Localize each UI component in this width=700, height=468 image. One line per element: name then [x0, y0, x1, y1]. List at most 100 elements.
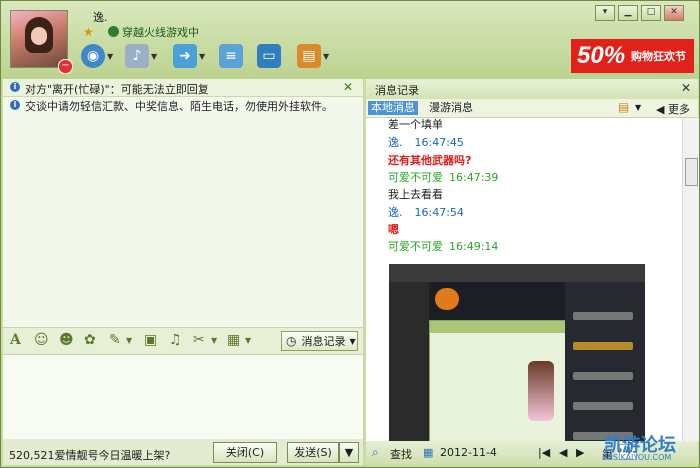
contact-status: 穿越火线游戏中 — [122, 26, 199, 39]
message-input[interactable] — [3, 355, 363, 439]
more-button[interactable]: ◀ 更多 — [656, 101, 690, 117]
message-header: 可爱不可爱 16:47:39 — [388, 169, 498, 185]
chevron-down-icon[interactable]: ▼ — [199, 52, 205, 61]
weapon-item — [573, 312, 633, 320]
avatar[interactable]: − — [10, 10, 73, 74]
remote-assist-button[interactable]: ▭ — [257, 43, 281, 69]
message-text: 嗯 — [388, 223, 399, 236]
emoji-icon[interactable]: ☺ — [34, 332, 49, 348]
chevron-down-icon[interactable]: ▼ — [323, 52, 329, 61]
game-icon — [108, 26, 119, 37]
send-button[interactable]: 发送(S) — [287, 442, 339, 463]
history-settings-icon[interactable]: ▤ — [618, 100, 629, 114]
safety-notice-text: 交谈中请勿轻信汇款、中奖信息、陌生电话，勿使用外挂软件。 — [25, 100, 333, 113]
message-text: 我上去看看 — [388, 188, 443, 201]
list-add-icon: ≡ — [219, 44, 243, 68]
history-log: 差一个填单 逸. 16:47:45 还有其他武器吗? 可爱不可爱 16:47:39 … — [366, 118, 682, 441]
message-time: 16:47:54 — [414, 206, 464, 219]
message-log-button[interactable]: ◷ 消息记录 ▼ — [281, 331, 358, 351]
contact-name[interactable]: 逸. — [93, 9, 108, 25]
screenshot-left-panel — [389, 282, 429, 441]
speaker-icon: ◀ — [656, 103, 665, 116]
message-time: 16:49:14 — [449, 240, 499, 253]
more-label: 更多 — [667, 103, 690, 116]
new-chat-button[interactable]: ≡ — [219, 43, 243, 69]
chevron-down-icon[interactable]: ▼ — [245, 336, 251, 345]
busy-status-icon: − — [58, 59, 73, 74]
clock-icon: ◷ — [286, 334, 297, 348]
weapon-item — [573, 372, 633, 380]
search-label[interactable]: 查找 — [390, 446, 412, 462]
close-history-icon[interactable]: ✕ — [681, 81, 691, 95]
gift-icon[interactable]: ▦ — [227, 332, 240, 348]
away-notice: i 对方"离开(忙碌)"：可能无法立即回复 ✕ — [3, 79, 363, 97]
sender-name: 可爱不可爱 — [388, 171, 443, 184]
history-scrollbar[interactable] — [682, 118, 699, 441]
scroll-thumb[interactable] — [685, 158, 698, 186]
screenshot-icon[interactable]: ✂ — [193, 332, 205, 348]
minimize-button[interactable]: ▁ — [618, 5, 638, 21]
weapon-item — [573, 402, 633, 410]
tab-local-messages[interactable]: 本地消息 — [368, 101, 418, 115]
pumpkin-icon — [435, 288, 459, 310]
avatar-face — [31, 27, 47, 45]
send-options-button[interactable]: ▼ — [339, 442, 359, 463]
sender-name: 可爱不可爱 — [388, 240, 443, 253]
search-icon[interactable]: ⌕ — [372, 445, 379, 460]
message-header: 逸. 16:47:54 — [388, 204, 464, 220]
apps-button[interactable]: ▤ ▼ — [297, 43, 329, 69]
close-chat-button[interactable]: 关闭(C) — [213, 442, 277, 463]
input-toolbar: A ☺ ☻ ✿ ✎ ▼ ▣ ♫ ✂ ▼ ▦ ▼ ◷ 消息记录 ▼ — [3, 327, 363, 355]
chevron-down-icon[interactable]: ▼ — [107, 52, 113, 61]
close-notice-icon[interactable]: ✕ — [343, 80, 353, 94]
microphone-icon: ♪ — [125, 44, 149, 68]
message-header: 可爱不可爱 16:49:14 — [388, 238, 498, 254]
menu-button[interactable]: ▾ — [595, 5, 615, 21]
chevron-down-icon[interactable]: ▼ — [635, 103, 641, 112]
message-log-label: 消息记录 — [301, 335, 346, 348]
star-icon: ★ — [83, 25, 94, 39]
title-area: − 逸. ★ 穿越火线游戏中 ◉ ▼ ♪ ▼ ➜ ▼ ≡ ▭ ▤ ▼ 50% 购物狂欢节… — [1, 1, 699, 79]
close-button[interactable]: ✕ — [664, 5, 684, 21]
magic-emoji-icon[interactable]: ☻ — [59, 332, 74, 348]
message-time: 16:47:39 — [449, 171, 499, 184]
away-notice-text: 对方"离开(忙碌)"：可能无法立即回复 — [25, 83, 209, 96]
chat-window: − 逸. ★ 穿越火线游戏中 ◉ ▼ ♪ ▼ ➜ ▼ ≡ ▭ ▤ ▼ 50% 购物狂欢节… — [0, 0, 700, 468]
next-page-icon[interactable]: ▶ — [576, 446, 584, 459]
file-transfer-button[interactable]: ➜ ▼ — [173, 43, 205, 69]
history-title: 消息记录 — [375, 84, 419, 97]
chevron-down-icon[interactable]: ▼ — [151, 52, 157, 61]
ad-text: 购物狂欢节 — [631, 50, 687, 63]
message-text: 差一个填单 — [388, 118, 443, 131]
screenshot-avatar-figure — [528, 361, 554, 421]
date-label[interactable]: 2012-11-4 — [440, 446, 497, 459]
watermark-sub: BBS.KAIYOU.COM — [602, 453, 672, 462]
image-icon[interactable]: ▣ — [144, 332, 157, 348]
calendar-icon[interactable]: ▦ — [423, 446, 433, 459]
prev-page-icon[interactable]: ◀ — [559, 446, 567, 459]
monitor-icon: ▭ — [257, 44, 281, 68]
doodle-icon[interactable]: ✎ — [109, 332, 121, 348]
first-page-icon[interactable]: |◀ — [538, 446, 550, 459]
shake-icon[interactable]: ✿ — [84, 332, 96, 348]
ad-percent: 50% — [577, 42, 626, 69]
screenshot-chat-dialog — [429, 320, 567, 441]
chevron-down-icon[interactable]: ▼ — [126, 336, 132, 345]
ad-banner[interactable]: 50% 购物狂欢节 — [571, 39, 694, 73]
apps-icon: ▤ — [297, 44, 321, 68]
chevron-down-icon[interactable]: ▼ — [211, 336, 217, 345]
voice-call-button[interactable]: ♪ ▼ — [125, 43, 157, 69]
screenshot-dialog-bar — [430, 321, 566, 333]
history-header: 消息记录 ✕ — [366, 79, 698, 99]
music-icon[interactable]: ♫ — [169, 332, 182, 348]
tab-roaming-messages[interactable]: 漫游消息 — [426, 101, 476, 115]
folder-icon: ➜ — [173, 44, 197, 68]
info-icon: i — [10, 100, 20, 110]
video-call-button[interactable]: ◉ ▼ — [81, 43, 113, 69]
promo-link[interactable]: 520,521爱情靓号今日温暖上架? — [9, 447, 170, 463]
maximize-button[interactable]: □ — [641, 5, 661, 21]
game-screenshot-image[interactable] — [389, 264, 645, 441]
font-icon[interactable]: A — [10, 332, 21, 348]
history-footer: ⌕ 查找 ▦ 2012-11-4 |◀ ◀ ▶ 第 4 凯游论坛 BBS.KAI… — [366, 435, 698, 465]
sender-name: 逸. — [388, 136, 403, 149]
